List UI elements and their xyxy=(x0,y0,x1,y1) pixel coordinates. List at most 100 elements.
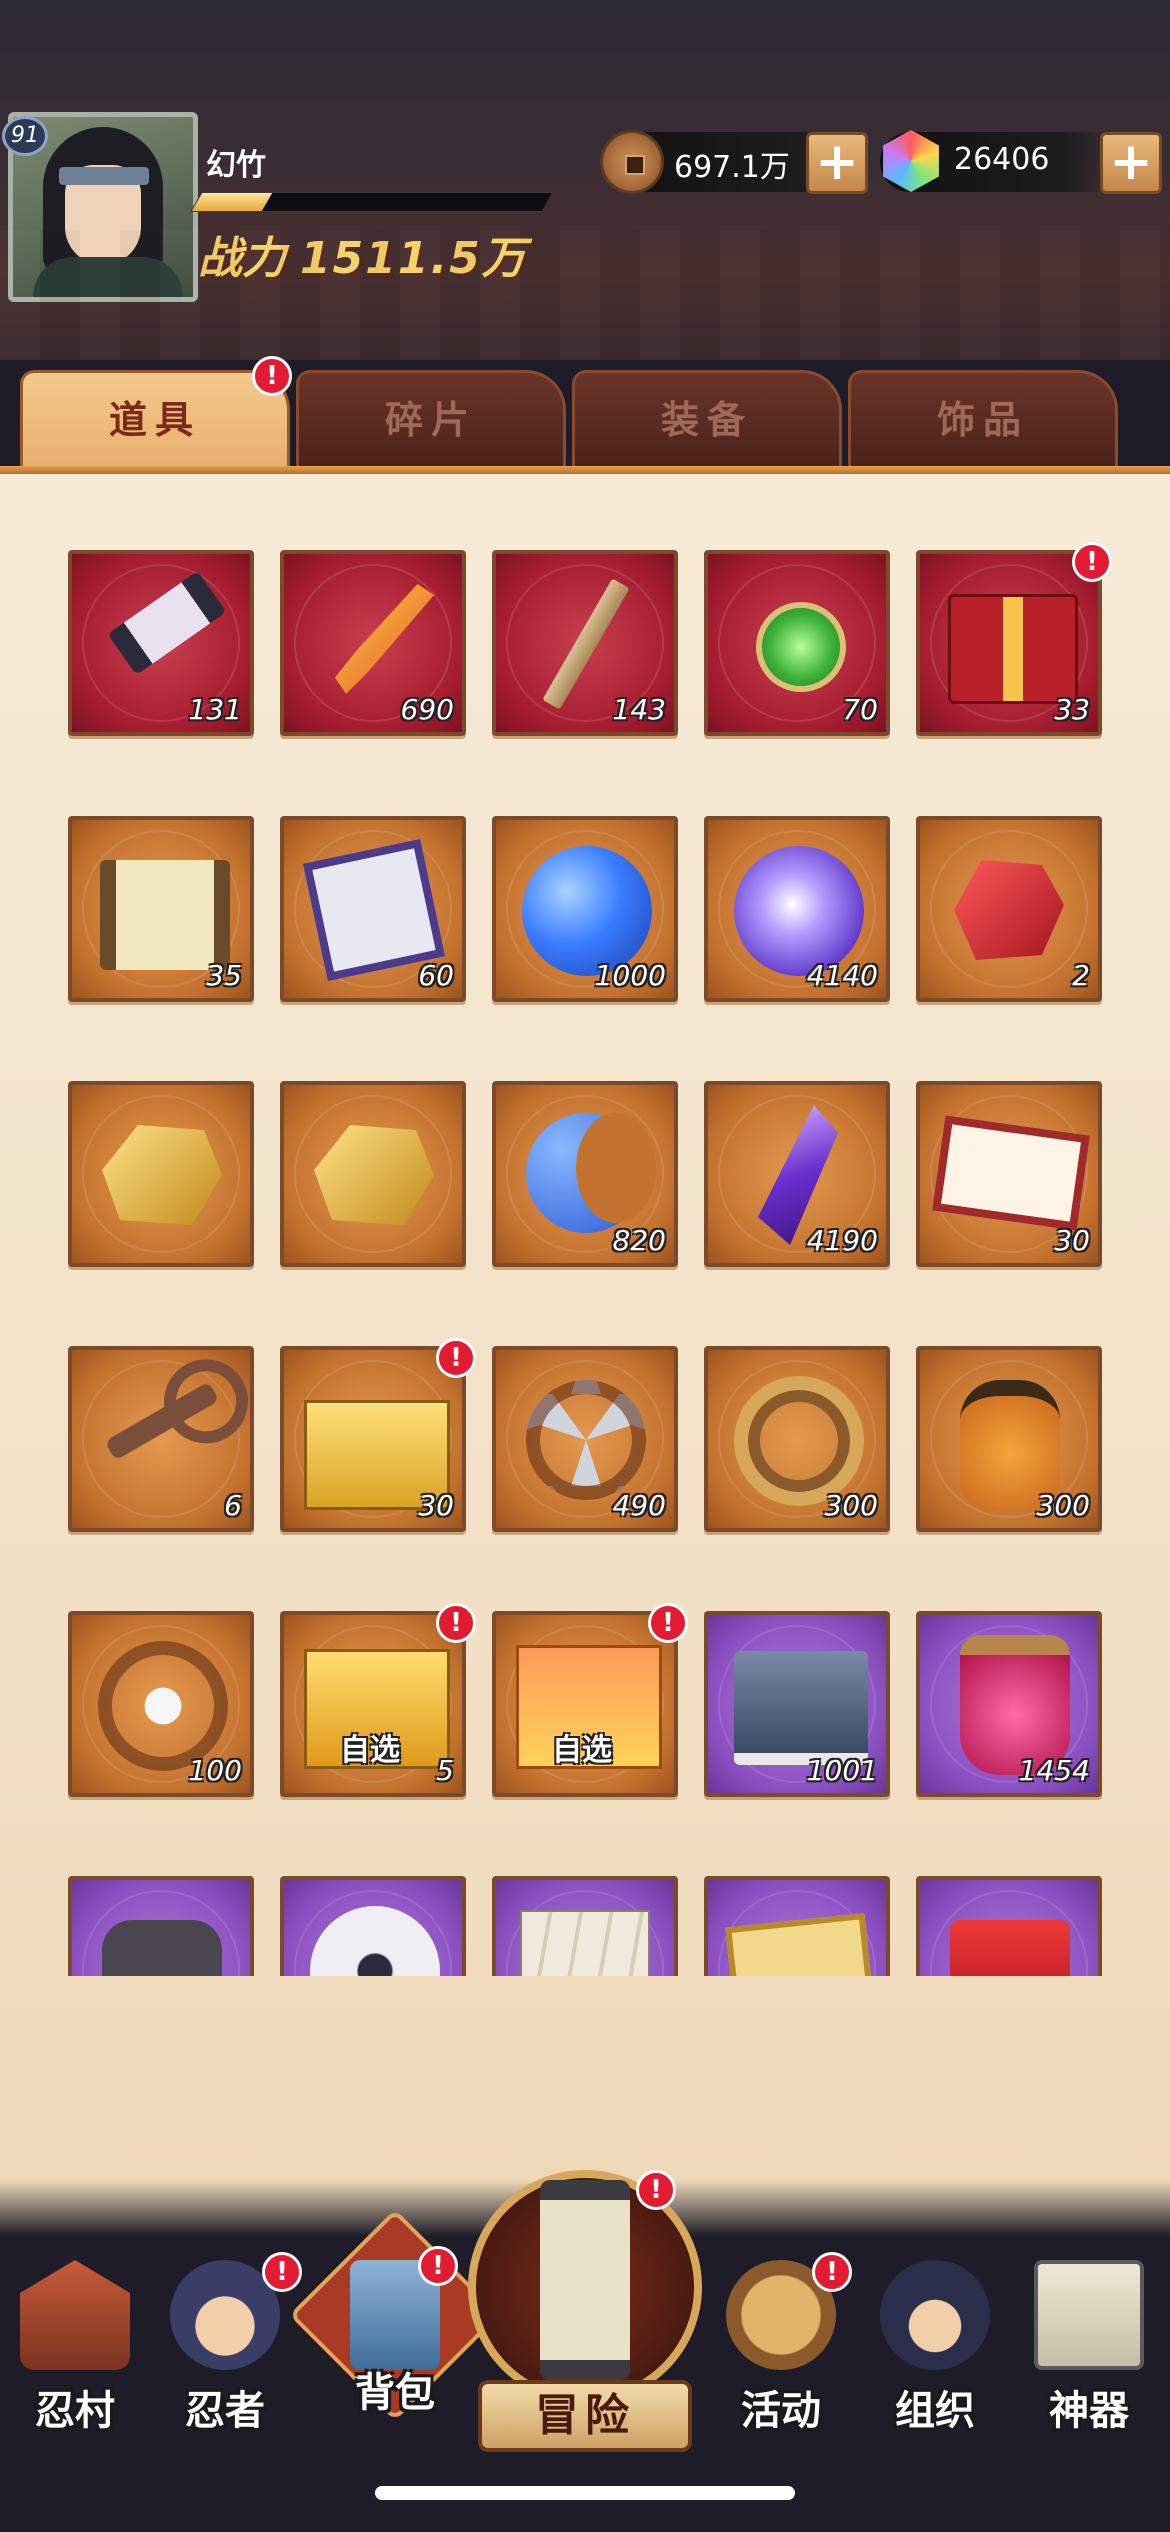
item-slot[interactable] xyxy=(280,1081,466,1267)
item-grid: 131 690 143 70 33! 35 60 1000 4140 2 820 4190 30 6 30!… xyxy=(0,474,1170,1976)
item-slot[interactable]: 1454 xyxy=(916,1611,1102,1797)
item-slot[interactable]: 自选 5! xyxy=(280,1603,476,1797)
power-label: 战力 xyxy=(198,233,286,284)
artifact-scroll-icon xyxy=(1034,2260,1144,2370)
nav-ninja-alert-icon: ! xyxy=(262,2252,302,2292)
item-slot[interactable]: 2 xyxy=(916,816,1102,1002)
item-slot[interactable]: 33! xyxy=(916,542,1112,736)
item-slot[interactable] xyxy=(68,1081,254,1267)
adventure-scroll-icon xyxy=(540,2180,630,2380)
item-slot[interactable] xyxy=(704,1876,890,1976)
nav-backpack[interactable]: 背包 ! xyxy=(288,2208,502,2440)
item-count: 33 xyxy=(1054,693,1090,726)
item-slot[interactable]: 100 xyxy=(68,1611,254,1797)
bottom-navigation: 忍村 忍者 ! 背包 ! 冒险 ! 活动 ! 组织 神器 xyxy=(0,2170,1170,2532)
item-slot[interactable] xyxy=(492,1876,678,1976)
item-tag: 自选 xyxy=(552,1733,612,1768)
avatar-headband xyxy=(59,167,149,185)
item-slot[interactable] xyxy=(68,1876,254,1976)
purple-orb-icon xyxy=(734,846,864,976)
rainbow-gem-icon xyxy=(883,130,939,192)
nav-activity[interactable]: 活动 ! xyxy=(706,2252,856,2460)
exp-bar-fill xyxy=(191,193,273,211)
item-slot[interactable]: 690 xyxy=(280,550,466,736)
blue-orb-icon xyxy=(522,846,652,976)
item-count: 5 xyxy=(436,1754,454,1787)
item-slot[interactable]: 820 xyxy=(492,1081,678,1267)
nav-activity-label: 活动 xyxy=(741,2388,821,2434)
blue-book-icon xyxy=(734,1651,868,1765)
nav-adventure-label: 冒险 xyxy=(478,2380,692,2452)
nav-organization[interactable]: 组织 xyxy=(860,2260,1010,2460)
add-gem-button[interactable]: + xyxy=(1100,132,1162,194)
rope-coil-icon xyxy=(734,1376,864,1506)
item-slot[interactable]: 60 xyxy=(280,816,466,1002)
item-count: 30 xyxy=(418,1489,454,1522)
nav-village-label: 忍村 xyxy=(35,2388,115,2434)
home-indicator[interactable] xyxy=(375,2486,795,2500)
item-count: 30 xyxy=(1054,1224,1090,1257)
item-slot[interactable]: 131 xyxy=(68,550,254,736)
item-slot[interactable] xyxy=(280,1876,466,1976)
add-copper-button[interactable]: + xyxy=(806,132,868,194)
item-slot[interactable]: 35 xyxy=(68,816,254,1002)
organization-icon xyxy=(880,2260,990,2370)
item-slot[interactable] xyxy=(916,1876,1102,1976)
item-slot[interactable]: 自选! xyxy=(492,1603,688,1797)
copper-coin-icon xyxy=(600,130,664,194)
nav-ninja[interactable]: 忍者 ! xyxy=(150,2252,302,2460)
item-count: 2 xyxy=(1072,959,1090,992)
player-level-badge: 91 xyxy=(2,116,48,156)
item-count: 35 xyxy=(206,959,242,992)
item-count: 6 xyxy=(224,1489,242,1522)
nav-organization-label: 组织 xyxy=(895,2388,975,2434)
item-alert-icon: ! xyxy=(1072,542,1112,582)
item-count: 131 xyxy=(188,693,242,726)
parchment-scroll-icon xyxy=(100,860,230,970)
item-slot[interactable]: 143 xyxy=(492,550,678,736)
tab-divider xyxy=(0,466,1170,474)
item-count: 100 xyxy=(188,1754,242,1787)
item-slot[interactable]: 4190 xyxy=(704,1081,890,1267)
tab-items[interactable]: 道具 xyxy=(20,370,290,476)
nav-village[interactable]: 忍村 xyxy=(0,2260,150,2460)
nav-artifact[interactable]: 神器 xyxy=(1014,2260,1164,2460)
item-alert-icon: ! xyxy=(436,1338,476,1378)
item-count: 1001 xyxy=(806,1754,878,1787)
red-bag-icon xyxy=(950,1920,1070,1976)
item-slot[interactable]: 4140 xyxy=(704,816,890,1002)
item-count: 300 xyxy=(1036,1489,1090,1522)
item-slot[interactable]: 1001 xyxy=(704,1611,890,1797)
avatar-body xyxy=(33,257,183,297)
village-gate-icon xyxy=(20,2260,130,2370)
item-slot[interactable]: 300 xyxy=(916,1346,1102,1532)
tab-equipment[interactable]: 装备 xyxy=(572,370,842,470)
copper-amount: 697.1万 xyxy=(674,150,790,185)
item-slot[interactable]: 30 xyxy=(916,1081,1102,1267)
nav-activity-alert-icon: ! xyxy=(812,2252,852,2292)
player-header: 91 幻竹 战力 1511.5万 697.1万 + 26406 + xyxy=(0,0,1170,360)
power-value: 1511.5万 xyxy=(300,233,528,284)
item-slot[interactable]: 490 xyxy=(492,1346,678,1532)
item-count: 820 xyxy=(612,1224,666,1257)
tab-items-alert-icon: ! xyxy=(252,356,292,396)
tab-accessories[interactable]: 饰品 xyxy=(848,370,1118,470)
item-slot[interactable]: 300 xyxy=(704,1346,890,1532)
nav-adventure-alert-icon: ! xyxy=(636,2170,676,2210)
item-slot[interactable]: 70 xyxy=(704,550,890,736)
dark-stone-icon xyxy=(102,1920,222,1976)
item-slot[interactable]: 6 xyxy=(68,1346,254,1532)
inventory-panel: 131 690 143 70 33! 35 60 1000 4140 2 820 4190 30 6 30!… xyxy=(0,474,1170,2244)
item-count: 1000 xyxy=(594,959,666,992)
nav-adventure[interactable]: 冒险 ! xyxy=(468,2170,702,2490)
item-count: 690 xyxy=(400,693,454,726)
jade-medal-icon xyxy=(756,602,846,692)
nav-backpack-label: 背包 xyxy=(355,2370,435,2416)
card-stack-icon xyxy=(520,1910,650,1976)
nav-backpack-alert-icon: ! xyxy=(418,2246,458,2286)
item-count: 490 xyxy=(612,1489,666,1522)
tab-fragments[interactable]: 碎片 xyxy=(296,370,566,470)
item-slot[interactable]: 1000 xyxy=(492,816,678,1002)
item-slot[interactable]: 30! xyxy=(280,1338,476,1532)
nav-ninja-label: 忍者 xyxy=(185,2388,265,2434)
